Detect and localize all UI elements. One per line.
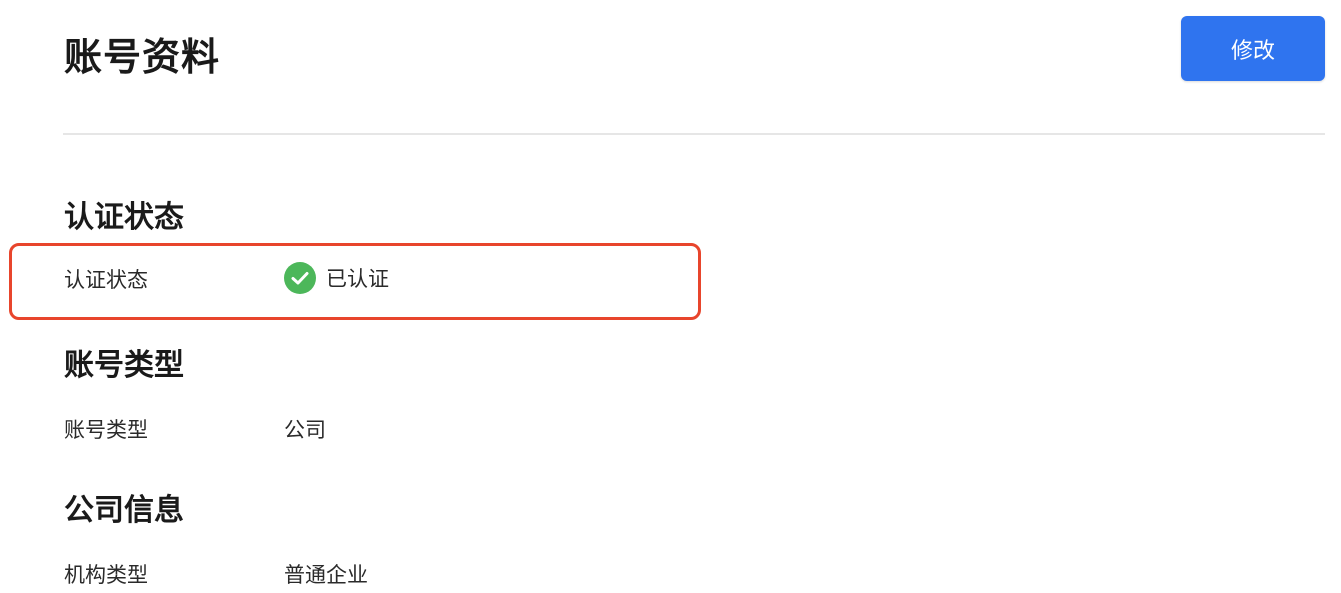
verification-status-value: 已认证 — [284, 262, 389, 294]
organization-type-value: 普通企业 — [284, 563, 368, 587]
edit-button[interactable]: 修改 — [1181, 16, 1325, 81]
account-type-section-title: 账号类型 — [64, 348, 184, 383]
verification-status-label: 认证状态 — [64, 268, 148, 292]
header-divider — [63, 133, 1325, 135]
company-info-section-title: 公司信息 — [64, 493, 184, 528]
account-profile-page: 账号资料 修改 认证状态 认证状态 已认证 账号类型 账号类型 公司 公司信息 … — [0, 0, 1341, 593]
check-circle-icon — [284, 262, 316, 294]
account-type-value: 公司 — [284, 418, 326, 442]
organization-type-label: 机构类型 — [64, 563, 148, 587]
verification-status-text: 已认证 — [326, 267, 389, 291]
account-type-label: 账号类型 — [64, 418, 148, 442]
page-title: 账号资料 — [64, 35, 221, 79]
verification-section-title: 认证状态 — [64, 200, 184, 235]
